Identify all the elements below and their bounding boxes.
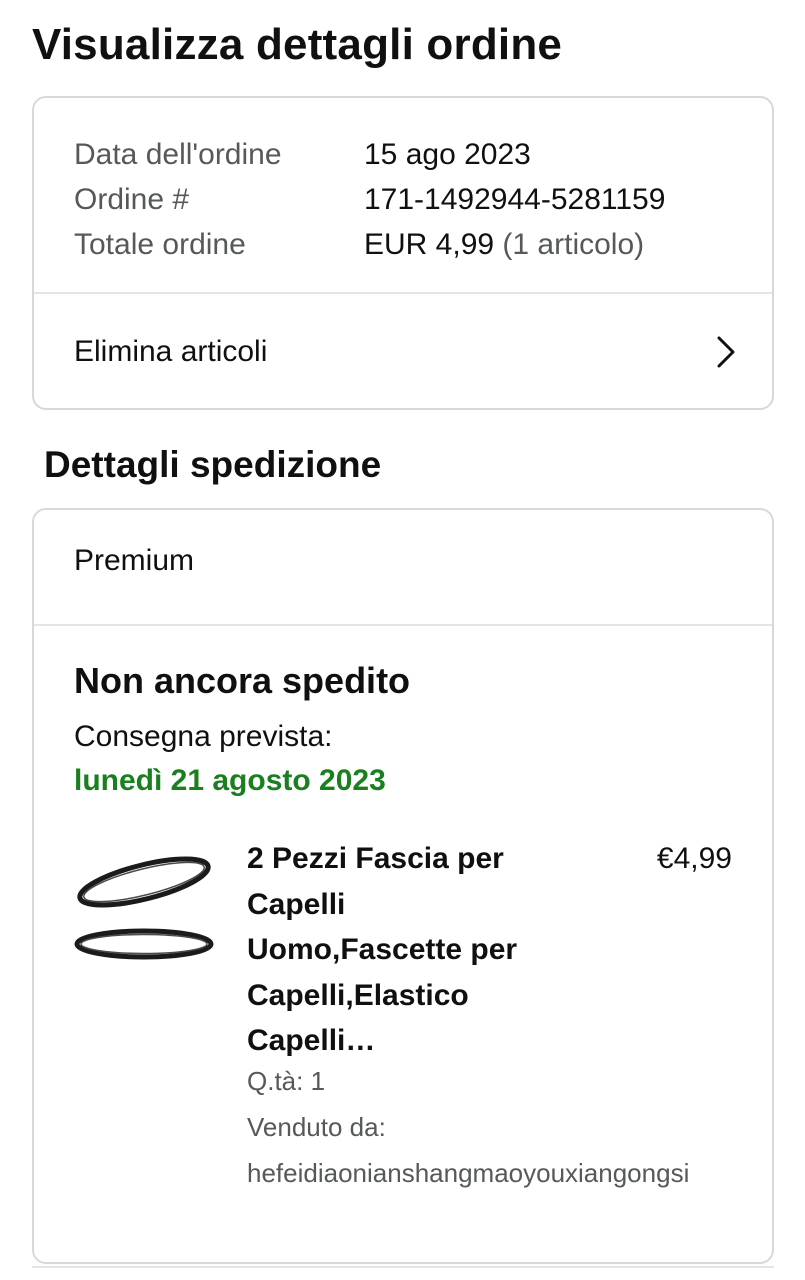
shipping-type: Premium — [74, 544, 195, 577]
product-quantity: Q.tà: 1 — [247, 1066, 326, 1096]
order-date-label: Data dell'ordine — [74, 137, 282, 171]
order-date-value: 15 ago 2023 — [364, 137, 531, 171]
chevron-right-icon — [717, 336, 735, 368]
delivery-label: Consegna prevista: — [74, 720, 333, 753]
order-total-label: Totale ordine — [74, 227, 246, 261]
order-summary-card: Data dell'ordine 15 ago 2023 Ordine # 17… — [32, 96, 774, 410]
page-title: Visualizza dettagli ordine — [32, 20, 563, 69]
order-total-row: Totale ordine EUR 4,99 (1 articolo) — [74, 222, 665, 267]
divider — [34, 624, 772, 626]
order-date-row: Data dell'ordine 15 ago 2023 — [74, 132, 665, 177]
product-title-link[interactable]: 2 Pezzi Fascia per Capelli Uomo,Fascette… — [247, 836, 567, 1064]
headband-image[interactable] — [72, 846, 216, 966]
shipment-status: Non ancora spedito — [74, 660, 411, 701]
order-summary: Data dell'ordine 15 ago 2023 Ordine # 17… — [74, 132, 665, 267]
shipping-section-title: Dettagli spedizione — [44, 444, 382, 485]
order-number-row: Ordine # 171-1492944-5281159 — [74, 177, 665, 222]
order-total-amount: EUR 4,99 — [364, 227, 495, 261]
divider — [32, 1266, 774, 1268]
order-number-label: Ordine # — [74, 182, 190, 216]
order-total-value: EUR 4,99 (1 articolo) — [364, 228, 644, 262]
seller-label: Venduto da: — [247, 1112, 386, 1142]
delivery-date: lunedì 21 agosto 2023 — [74, 764, 386, 797]
order-total-items: (1 articolo) — [502, 227, 645, 261]
order-number-value: 171-1492944-5281159 — [364, 182, 666, 216]
remove-items-button[interactable]: Elimina articoli — [34, 294, 772, 408]
shipping-card: Premium Non ancora spedito Consegna prev… — [32, 508, 774, 1264]
seller-name: hefeidiaonianshangmaoyouxiangongsi — [247, 1158, 690, 1188]
remove-items-label: Elimina articoli — [74, 335, 268, 368]
product-price: €4,99 — [656, 842, 732, 875]
